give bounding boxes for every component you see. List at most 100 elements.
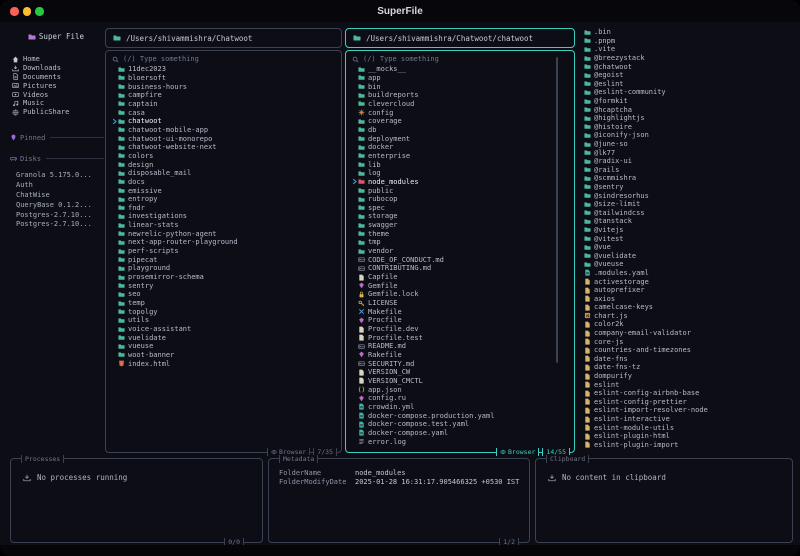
sidebar-nav-item[interactable]: Home [8,55,104,64]
file-row[interactable]: linear-stats [110,221,337,230]
file-row[interactable]: VERSION_CMCTL [350,377,570,386]
file-row[interactable]: colors [110,152,337,161]
file-row[interactable]: Procfile.dev [350,325,570,334]
file-row[interactable]: seo [110,290,337,299]
file-row[interactable]: Makefile [350,307,570,316]
file-row[interactable]: config.ru [350,394,570,403]
file-row[interactable]: app.json [350,385,570,394]
file-row[interactable]: tmp [350,238,570,247]
scrollbar[interactable] [556,57,558,363]
file-row[interactable]: investigations [110,212,337,221]
disk-item[interactable]: Granola 5.175.0... [8,171,104,181]
file-row[interactable]: disposable_mail [110,169,337,178]
file-row[interactable]: crowdin.yml [350,403,570,412]
file-row[interactable]: vendor [350,247,570,256]
file-row[interactable]: public [350,186,570,195]
file-row[interactable]: clevercloud [350,100,570,109]
file-row[interactable]: business-hours [110,82,337,91]
file-row[interactable]: Rakefile [350,351,570,360]
file-row[interactable]: config [350,108,570,117]
file-row[interactable]: voice-assistant [110,325,337,334]
search-bar-1[interactable]: (/) Type something [106,51,341,65]
file-row[interactable]: db [350,126,570,135]
file-row[interactable]: fndr [110,204,337,213]
file-row[interactable]: Gemfile [350,281,570,290]
sidebar-nav-item[interactable]: Downloads [8,64,104,73]
file-row[interactable]: campfire [110,91,337,100]
file-row[interactable]: captain [110,100,337,109]
path-bar-1[interactable]: /Users/shivammishra/Chatwoot [105,28,342,48]
file-row[interactable]: coverage [350,117,570,126]
sidebar-nav-item[interactable]: Videos [8,90,104,99]
file-row[interactable]: storage [350,212,570,221]
file-row[interactable]: utils [110,316,337,325]
sidebar-nav-item[interactable]: Music [8,99,104,108]
minimize-button[interactable] [22,7,31,16]
file-row[interactable]: casa [110,108,337,117]
file-row[interactable]: woot-banner [110,351,337,360]
file-row[interactable]: emissive [110,186,337,195]
file-row[interactable]: enterprise [350,152,570,161]
file-row[interactable]: rubocop [350,195,570,204]
file-row[interactable]: bloersoft [110,74,337,83]
file-row[interactable]: SECURITY.md [350,359,570,368]
file-row[interactable]: __mocks__ [350,65,570,74]
file-row[interactable]: entropy [110,195,337,204]
file-row[interactable]: pipecat [110,255,337,264]
file-row[interactable]: docs [110,178,337,187]
file-row[interactable]: Procfile [350,316,570,325]
file-row[interactable]: docker-compose.test.yaml [350,420,570,429]
file-row[interactable]: LICENSE [350,299,570,308]
file-row[interactable]: deployment [350,134,570,143]
file-row[interactable]: CODE_OF_CONDUCT.md [350,255,570,264]
disk-item[interactable]: Postgres-2.7.10... [8,220,104,230]
search-bar-2[interactable]: (/) Type something [346,51,574,65]
disk-item[interactable]: QueryBase 0.1.2... [8,200,104,210]
file-row[interactable]: perf-scripts [110,247,337,256]
file-row[interactable]: docker-compose.yaml [350,429,570,438]
file-row[interactable]: theme [350,229,570,238]
file-row[interactable]: Procfile.test [350,333,570,342]
file-row[interactable]: chatwoot-mobile-app [110,126,337,135]
file-row[interactable]: lib [350,160,570,169]
file-row[interactable]: README.md [350,342,570,351]
file-row[interactable]: topolgy [110,307,337,316]
disk-item[interactable]: Postgres-2.7.10... [8,210,104,220]
file-row[interactable]: chatwoot [110,117,337,126]
file-row[interactable]: next-app-router-playground [110,238,337,247]
file-row[interactable]: vueuse [110,342,337,351]
file-row[interactable]: log [350,169,570,178]
file-row[interactable]: vuelidate [110,333,337,342]
file-row[interactable]: node_modules [350,178,570,187]
sidebar-nav-item[interactable]: Documents [8,73,104,82]
file-row[interactable]: sentry [110,281,337,290]
zoom-button[interactable] [35,7,44,16]
disk-item[interactable]: Auth [8,180,104,190]
file-row[interactable]: VERSION_CW [350,368,570,377]
close-button[interactable] [10,7,19,16]
file-row[interactable]: Capfile [350,273,570,282]
file-row[interactable]: temp [110,299,337,308]
file-row[interactable]: bin [350,82,570,91]
sidebar-nav-item[interactable]: PublicShare [8,108,104,117]
path-bar-2[interactable]: /Users/shivammishra/Chatwoot/chatwoot [345,28,575,48]
file-row[interactable]: index.html [110,359,337,368]
file-row[interactable]: Gemfile.lock [350,290,570,299]
file-row[interactable]: design [110,160,337,169]
disk-item[interactable]: ChatWise [8,190,104,200]
file-row[interactable]: docker-compose.production.yaml [350,411,570,420]
file-row[interactable]: buildreports [350,91,570,100]
file-row[interactable]: error.log [350,437,570,446]
file-row[interactable]: prosemirror-schema [110,273,337,282]
file-row[interactable]: CONTRIBUTING.md [350,264,570,273]
file-row[interactable]: docker [350,143,570,152]
file-row[interactable]: newrelic-python-agent [110,229,337,238]
sidebar-nav-item[interactable]: Pictures [8,81,104,90]
file-row[interactable]: spec [350,204,570,213]
file-row[interactable]: swagger [350,221,570,230]
file-row[interactable]: 11dec2023 [110,65,337,74]
file-row[interactable]: playground [110,264,337,273]
file-row[interactable]: chatwoot-ui-monorepo [110,134,337,143]
file-row[interactable]: chatwoot-website-next [110,143,337,152]
file-row[interactable]: app [350,74,570,83]
